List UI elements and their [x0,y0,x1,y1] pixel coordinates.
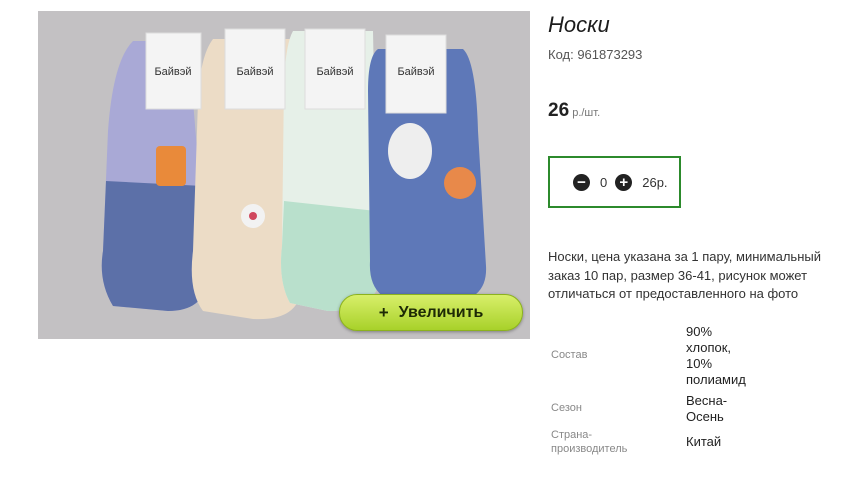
plus-circle-icon[interactable]: + [615,173,633,191]
brand-tag-3: Байвэй [316,66,353,78]
spec-value-season: Весна-Осень [686,393,728,424]
spec-label-composition: Состав [551,349,588,361]
quantity-stepper: − 0 + 26р. [548,156,681,208]
plus-icon: + [378,302,389,322]
spec-label-country: Страна-производитель [551,429,628,455]
brand-tag-2: Байвэй [236,66,273,78]
price-unit: р./шт. [569,107,601,119]
product-image[interactable]: Байвэй Байвэй Байвэй Байвэй [38,11,530,339]
socks-illustration: Байвэй Байвэй Байвэй Байвэй [101,28,487,320]
quantity-total: 26р. [642,174,668,190]
brand-tag-1: Байвэй [154,66,191,78]
product-price: 26 р./шт. [548,100,600,122]
product-title: Носки [548,12,610,37]
quantity-value[interactable]: 0 [600,175,607,190]
spec-value-country: Китай [686,434,722,449]
zoom-label: Увеличить [398,303,484,321]
price-value: 26 [548,100,570,121]
brand-tag-4: Байвэй [397,66,434,78]
product-description: Носки, цена указана за 1 пару, минимальн… [548,249,821,301]
spec-label-season: Сезон [551,402,582,414]
minus-circle-icon[interactable]: − [573,173,590,191]
product-code: Код: 961873293 [548,47,643,62]
zoom-button[interactable]: + Увеличить [339,294,523,331]
spec-value-composition: 90% хлопок, 10% полиамид [686,324,746,387]
